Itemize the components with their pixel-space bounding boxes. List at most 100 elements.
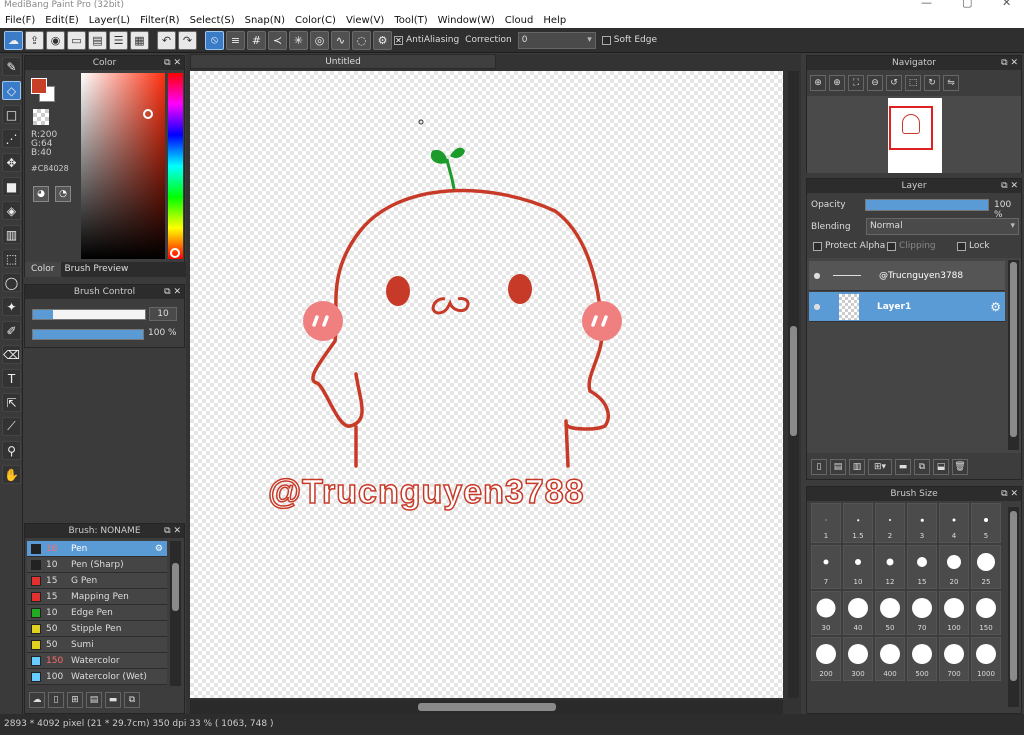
menu-edit[interactable]: Edit(E) (40, 15, 84, 26)
hue-slider[interactable] (168, 73, 183, 259)
lasso-tool-icon[interactable]: ◯ (2, 273, 21, 292)
dot-tool-icon[interactable]: □ (2, 105, 21, 124)
soft-edge-toggle[interactable]: Soft Edge (601, 35, 657, 45)
panel-close-icon[interactable]: ⧉ ✕ (1001, 179, 1018, 193)
brush-size-cell[interactable]: 70 (907, 591, 937, 635)
antialiasing-toggle[interactable]: ✕ AntiAliasing (394, 35, 459, 45)
zoom-in-small-icon[interactable]: ⊕ (810, 75, 826, 91)
brush-size-cell[interactable]: 100 (939, 591, 969, 635)
lock-toggle[interactable]: Lock (957, 241, 990, 251)
brush-opacity-slider[interactable] (32, 329, 144, 340)
flip-icon[interactable]: ⇋ (943, 75, 959, 91)
brush-size-cell[interactable]: 30 (811, 591, 841, 635)
cloud-icon[interactable]: ☁ (4, 30, 23, 50)
move-tool-icon[interactable]: ✥ (2, 153, 21, 172)
snap-curve-icon[interactable]: ∿ (331, 30, 350, 50)
brush-size-cell[interactable]: 10 (843, 545, 873, 589)
shape-tool-icon[interactable]: ■ (2, 177, 21, 196)
zoom-out-icon[interactable]: ⊖ (867, 75, 883, 91)
palette-add-icon[interactable]: ◔ (55, 186, 71, 202)
minimize-button[interactable]: — (921, 0, 932, 8)
brush-item[interactable]: 15 G Pen (27, 573, 167, 589)
hue-slider-handle[interactable] (170, 248, 180, 258)
panel-close-icon[interactable]: ⧉ ✕ (1001, 487, 1018, 501)
soft-edge-checkbox[interactable] (601, 35, 611, 45)
blur-tool-icon[interactable]: ⋰ (2, 129, 21, 148)
protect-alpha-toggle[interactable]: Protect Alpha (813, 241, 885, 251)
visibility-icon[interactable]: ● (809, 302, 825, 311)
gradient-tool-icon[interactable]: ▥ (2, 225, 21, 244)
tab-brush-preview[interactable]: Brush Preview (61, 262, 133, 277)
add-brush-icon[interactable]: ⊞ (67, 692, 83, 708)
drawing-canvas[interactable]: @Trucnguyen3788 (190, 71, 783, 698)
new-layer-icon[interactable]: ▯ (811, 459, 827, 475)
operation-tool-icon[interactable]: ⇱ (2, 393, 21, 412)
rotate-left-icon[interactable]: ↺ (886, 75, 902, 91)
antialiasing-checkbox[interactable]: ✕ (394, 35, 403, 45)
layer-folder-icon[interactable]: ▬ (895, 459, 911, 475)
menu-select[interactable]: Select(S) (185, 15, 240, 26)
select-eraser-icon[interactable]: ⌫ (2, 345, 21, 364)
panel-close-icon[interactable]: ⧉ ✕ (1001, 56, 1018, 70)
select-pen-icon[interactable]: ✐ (2, 321, 21, 340)
divide-tool-icon[interactable]: ⟋ (2, 417, 21, 436)
brush-item[interactable]: 10 Edge Pen (27, 605, 167, 621)
menu-filter[interactable]: Filter(R) (135, 15, 185, 26)
brush-size-slider[interactable] (32, 309, 146, 320)
brush-size-cell[interactable]: 50 (875, 591, 905, 635)
canvas-vertical-scrollbar[interactable] (788, 71, 799, 698)
menu-view[interactable]: View(V) (341, 15, 389, 26)
brush-settings-icon[interactable]: ▤ (86, 692, 102, 708)
brush-size-cell[interactable]: 5 (971, 503, 1001, 543)
brush-size-cell[interactable]: 1 (811, 503, 841, 543)
new-halftone-layer-icon[interactable]: ▤ (830, 459, 846, 475)
panel-close-icon[interactable]: ⧉ ✕ (164, 524, 181, 538)
snap-radial-icon[interactable]: ✳ (289, 30, 308, 50)
layer-row-layer1[interactable]: ● Layer1 ⚙ (809, 292, 1005, 322)
hand-tool-icon[interactable]: ✋ (2, 465, 21, 484)
grid-icon[interactable]: ▦ (130, 30, 149, 50)
blending-select[interactable]: Normal (866, 218, 1019, 235)
new-brush-icon[interactable]: ▯ (48, 692, 64, 708)
correction-select[interactable]: 0 (517, 31, 596, 49)
delete-layer-icon[interactable]: 🗑 (952, 459, 968, 475)
brush-item[interactable]: 15 Mapping Pen (27, 589, 167, 605)
brush-size-scrollbar[interactable] (1008, 507, 1019, 707)
add-layer-menu-icon[interactable]: ⊞▾ (868, 459, 892, 475)
snap-off-icon[interactable]: ⦸ (205, 30, 224, 50)
brush-item[interactable]: 50 Stipple Pen (27, 621, 167, 637)
palette-icon[interactable]: ◕ (33, 186, 49, 202)
brush-item[interactable]: 50 Sumi (27, 637, 167, 653)
merge-layer-icon[interactable]: ⬓ (933, 459, 949, 475)
comment-icon[interactable]: ◉ (46, 30, 65, 50)
layer-list-scrollbar[interactable] (1008, 260, 1019, 450)
document-tab[interactable]: Untitled (190, 54, 496, 69)
select-tool-icon[interactable]: ⬚ (2, 249, 21, 268)
brush-size-value[interactable]: 10 (149, 307, 177, 321)
brush-size-cell[interactable]: 700 (939, 637, 969, 681)
snap-parallel-icon[interactable]: ≡ (226, 30, 245, 50)
menu-window[interactable]: Window(W) (433, 15, 500, 26)
brush-size-cell[interactable]: 150 (971, 591, 1001, 635)
chat-icon[interactable]: ▭ (67, 30, 86, 50)
menu-cloud[interactable]: Cloud (500, 15, 539, 26)
layer-row-watermark[interactable]: ● @Trucnguyen3788 (809, 261, 1005, 291)
transparent-color-swatch[interactable] (33, 109, 49, 125)
saturation-value-picker[interactable] (81, 73, 165, 259)
brush-tool-icon[interactable]: ✎ (2, 57, 21, 76)
eraser-tool-icon[interactable]: ◇ (2, 81, 21, 100)
brush-size-cell[interactable]: 12 (875, 545, 905, 589)
brush-list-scrollbar[interactable] (170, 541, 181, 686)
layer-settings-gear-icon[interactable]: ⚙ (990, 300, 1001, 314)
brush-item[interactable]: 10 Pen (Sharp) (27, 557, 167, 573)
brush-item[interactable]: 16 Pen ⚙ (27, 541, 167, 557)
panel-close-icon[interactable]: ⧉ ✕ (164, 285, 181, 299)
rotate-right-icon[interactable]: ↻ (924, 75, 940, 91)
zoom-in-icon[interactable]: ⊕ (829, 75, 845, 91)
snap-perspective-icon[interactable]: ≺ (268, 30, 287, 50)
menu-layer[interactable]: Layer(L) (84, 15, 135, 26)
snap-crosshatch-icon[interactable]: # (247, 30, 266, 50)
canvas-horizontal-scrollbar[interactable] (190, 700, 783, 714)
duplicate-layer-icon[interactable]: ⧉ (914, 459, 930, 475)
maximize-button[interactable]: ▢ (962, 0, 972, 8)
